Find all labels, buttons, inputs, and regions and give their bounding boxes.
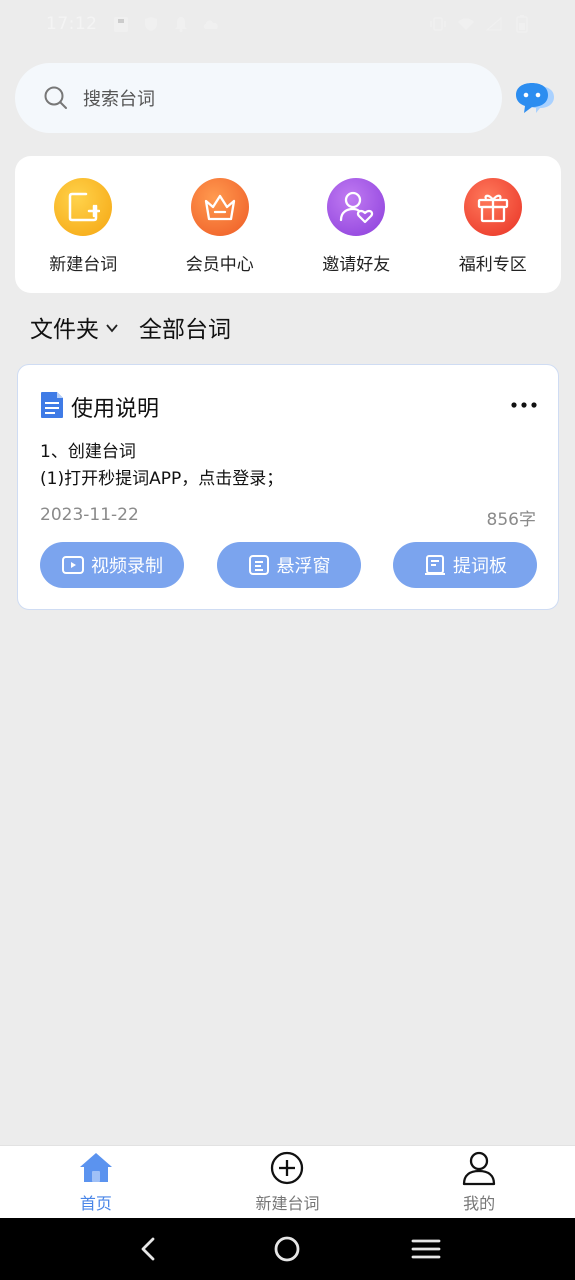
floating-window-icon — [248, 555, 269, 575]
nav-profile-label: 我的 — [463, 1194, 496, 1213]
menu-icon[interactable] — [409, 1232, 443, 1266]
bottom-nav: 首页 新建台词 我的 — [0, 1145, 575, 1218]
quick-menu-label: 福利专区 — [458, 255, 527, 275]
script-preview-line: 1、创建台词 — [40, 442, 136, 462]
cloud-icon — [202, 15, 220, 33]
search-input[interactable]: 搜索台词 — [15, 63, 502, 133]
chevron-down-icon[interactable] — [105, 320, 119, 334]
welfare-zone-button[interactable]: 福利专区 — [433, 178, 553, 275]
signal-icon — [485, 15, 503, 33]
video-record-label: 视频录制 — [91, 556, 163, 577]
gift-icon — [463, 178, 522, 236]
membership-center-button[interactable]: 会员中心 — [160, 178, 280, 275]
prompter-board-button[interactable]: 提词板 — [393, 542, 537, 588]
prompter-board-icon — [425, 555, 445, 575]
script-title: 使用说明 — [71, 397, 160, 422]
floating-window-label: 悬浮窗 — [276, 556, 331, 577]
crown-icon — [190, 178, 249, 236]
search-placeholder: 搜索台词 — [83, 89, 155, 110]
prompter-board-label: 提词板 — [453, 556, 507, 577]
home-circle-icon[interactable] — [270, 1232, 304, 1266]
nav-new-script[interactable]: 新建台词 — [217, 1150, 357, 1214]
script-date: 2023-11-22 — [40, 505, 139, 525]
quick-menu-label: 邀请好友 — [322, 255, 391, 275]
status-left-icons — [112, 15, 220, 33]
profile-icon — [462, 1151, 496, 1186]
bell-icon — [172, 15, 190, 33]
quick-menu: 新建台词 会员中心 邀请好友 福利专区 — [15, 156, 561, 293]
quick-menu-label: 新建台词 — [49, 255, 118, 275]
status-time: 17:12 — [46, 14, 98, 34]
script-card[interactable]: 使用说明 1、创建台词 (1)打开秒提词APP，点击登录； 2023-11-22… — [17, 364, 559, 610]
script-word-count: 856字 — [486, 510, 536, 530]
shield-icon — [142, 15, 160, 33]
filter-row: 文件夹 全部台词 — [30, 310, 231, 344]
sim-card-icon — [112, 15, 130, 33]
script-preview-line: (1)打开秒提词APP，点击登录； — [40, 469, 284, 489]
document-icon — [40, 391, 64, 419]
folder-dropdown[interactable]: 文件夹 — [30, 310, 99, 344]
back-icon[interactable] — [132, 1232, 166, 1266]
new-script-button[interactable]: 新建台词 — [23, 178, 143, 275]
script-actions: 视频录制 悬浮窗 提词板 — [40, 542, 537, 588]
battery-icon — [513, 15, 531, 33]
add-circle-icon — [271, 1151, 304, 1185]
chat-button[interactable] — [514, 80, 556, 120]
nav-new-script-label: 新建台词 — [255, 1194, 320, 1213]
new-script-icon — [54, 178, 113, 236]
status-right-icons — [429, 15, 531, 33]
status-bar: 17:12 — [0, 0, 575, 48]
system-nav-bar — [0, 1218, 575, 1280]
nav-home-label: 首页 — [79, 1194, 112, 1213]
video-record-icon — [62, 556, 84, 574]
nav-profile[interactable]: 我的 — [409, 1150, 549, 1214]
search-icon — [43, 85, 69, 111]
floating-window-button[interactable]: 悬浮窗 — [216, 542, 361, 588]
chat-bubble-icon — [514, 83, 556, 124]
nav-home[interactable]: 首页 — [26, 1150, 166, 1214]
all-scripts-tab[interactable]: 全部台词 — [139, 310, 231, 344]
quick-menu-label: 会员中心 — [185, 255, 254, 275]
invite-friend-icon — [327, 178, 386, 236]
home-icon — [79, 1153, 112, 1182]
vibrate-icon — [429, 15, 447, 33]
video-record-button[interactable]: 视频录制 — [40, 542, 184, 588]
wifi-icon — [457, 15, 475, 33]
more-options-icon[interactable] — [510, 397, 538, 411]
invite-friends-button[interactable]: 邀请好友 — [296, 178, 416, 275]
